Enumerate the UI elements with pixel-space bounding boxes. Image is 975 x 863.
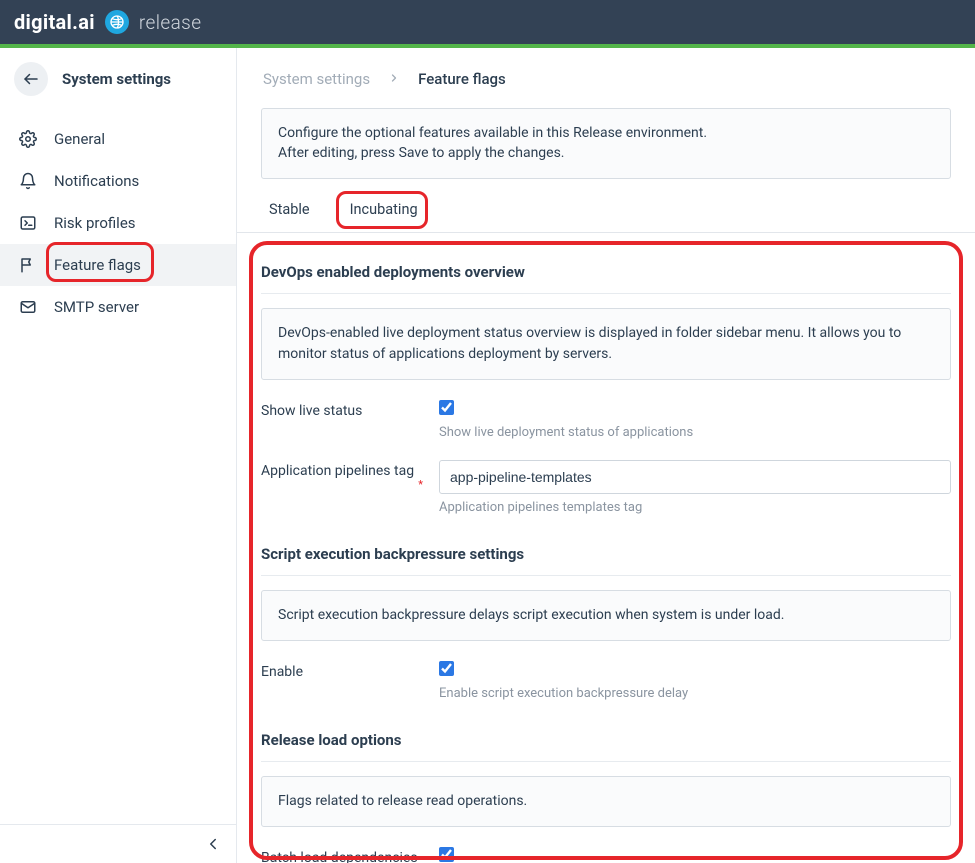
field-show-live-status: Show live status Show live deployment st… — [261, 400, 951, 440]
field-help: Show live deployment status of applicati… — [439, 425, 951, 440]
field-script-enable: Enable Enable script execution backpress… — [261, 661, 951, 701]
release-logo-icon — [105, 10, 129, 34]
sidebar-item-notifications[interactable]: Notifications — [0, 160, 236, 202]
breadcrumb: System settings Feature flags — [237, 48, 975, 108]
sidebar-nav: General Notifications Risk profiles Feat… — [0, 114, 236, 328]
sidebar-item-general[interactable]: General — [0, 118, 236, 160]
tabs: Stable Incubating — [237, 179, 975, 233]
app-pipelines-tag-input[interactable] — [439, 460, 951, 494]
tab-stable[interactable]: Stable — [263, 201, 316, 232]
batch-load-checkbox[interactable] — [439, 847, 454, 862]
sidebar: System settings General Notifications Ri… — [0, 48, 237, 863]
tab-incubating-label: Incubating — [350, 201, 418, 218]
sidebar-item-smtp-server[interactable]: SMTP server — [0, 286, 236, 328]
field-label: Show live status — [261, 400, 439, 421]
sidebar-title: System settings — [62, 70, 171, 88]
sidebar-item-label: SMTP server — [54, 298, 139, 316]
flag-icon — [18, 256, 38, 274]
sidebar-item-feature-flags[interactable]: Feature flags — [0, 244, 236, 286]
breadcrumb-root[interactable]: System settings — [263, 70, 370, 88]
field-label: Enable — [261, 661, 439, 682]
bell-icon — [18, 172, 38, 190]
sidebar-collapse-row — [0, 824, 236, 863]
gear-icon — [18, 130, 38, 148]
arrow-left-icon — [22, 70, 40, 88]
sections-wrap: DevOps enabled deployments overview DevO… — [249, 241, 963, 860]
script-enable-checkbox[interactable] — [439, 661, 454, 676]
banner-line: Configure the optional features availabl… — [278, 123, 934, 143]
banner-line: After editing, press Save to apply the c… — [278, 143, 934, 163]
field-help: Enable script execution backpressure del… — [439, 686, 951, 701]
field-app-pipelines-tag: Application pipelines tag * Application … — [261, 460, 951, 515]
chevron-right-icon — [388, 70, 400, 88]
section-title-load: Release load options — [261, 721, 951, 762]
page-info-banner: Configure the optional features availabl… — [261, 108, 951, 179]
main: System settings Feature flags Configure … — [237, 48, 975, 863]
section-title-devops: DevOps enabled deployments overview — [261, 253, 951, 294]
topbar: digital.ai release — [0, 0, 975, 44]
mail-icon — [18, 298, 38, 316]
sidebar-item-risk-profiles[interactable]: Risk profiles — [0, 202, 236, 244]
field-label: Application pipelines tag * — [261, 460, 439, 481]
section-info-script: Script execution backpressure delays scr… — [261, 590, 951, 641]
sidebar-item-label: Feature flags — [54, 256, 141, 274]
brand-digitalai: digital.ai — [14, 10, 95, 34]
section-info-devops: DevOps-enabled live deployment status ov… — [261, 308, 951, 380]
field-label: Batch load dependencies — [261, 847, 439, 863]
sections: DevOps enabled deployments overview DevO… — [249, 241, 963, 863]
show-live-status-checkbox[interactable] — [439, 400, 454, 415]
sidebar-item-label: General — [54, 130, 105, 148]
field-help: Application pipelines templates tag — [439, 500, 951, 515]
back-button[interactable] — [14, 62, 48, 96]
required-indicator: * — [418, 478, 423, 493]
tab-incubating[interactable]: Incubating — [344, 201, 424, 232]
section-title-script: Script execution backpressure settings — [261, 535, 951, 576]
chevron-left-icon[interactable] — [204, 835, 222, 853]
breadcrumb-current: Feature flags — [418, 70, 506, 88]
sidebar-item-label: Risk profiles — [54, 214, 136, 232]
section-info-load: Flags related to release read operations… — [261, 776, 951, 827]
sidebar-item-label: Notifications — [54, 172, 139, 190]
sidebar-header: System settings — [0, 48, 236, 114]
risk-icon — [18, 214, 38, 232]
field-batch-load: Batch load dependencies Enable batch loa… — [261, 847, 951, 863]
brand-digitalai-text: digital.ai — [14, 10, 95, 34]
field-label-text: Application pipelines tag — [261, 463, 414, 479]
brand-release: release — [139, 11, 202, 34]
